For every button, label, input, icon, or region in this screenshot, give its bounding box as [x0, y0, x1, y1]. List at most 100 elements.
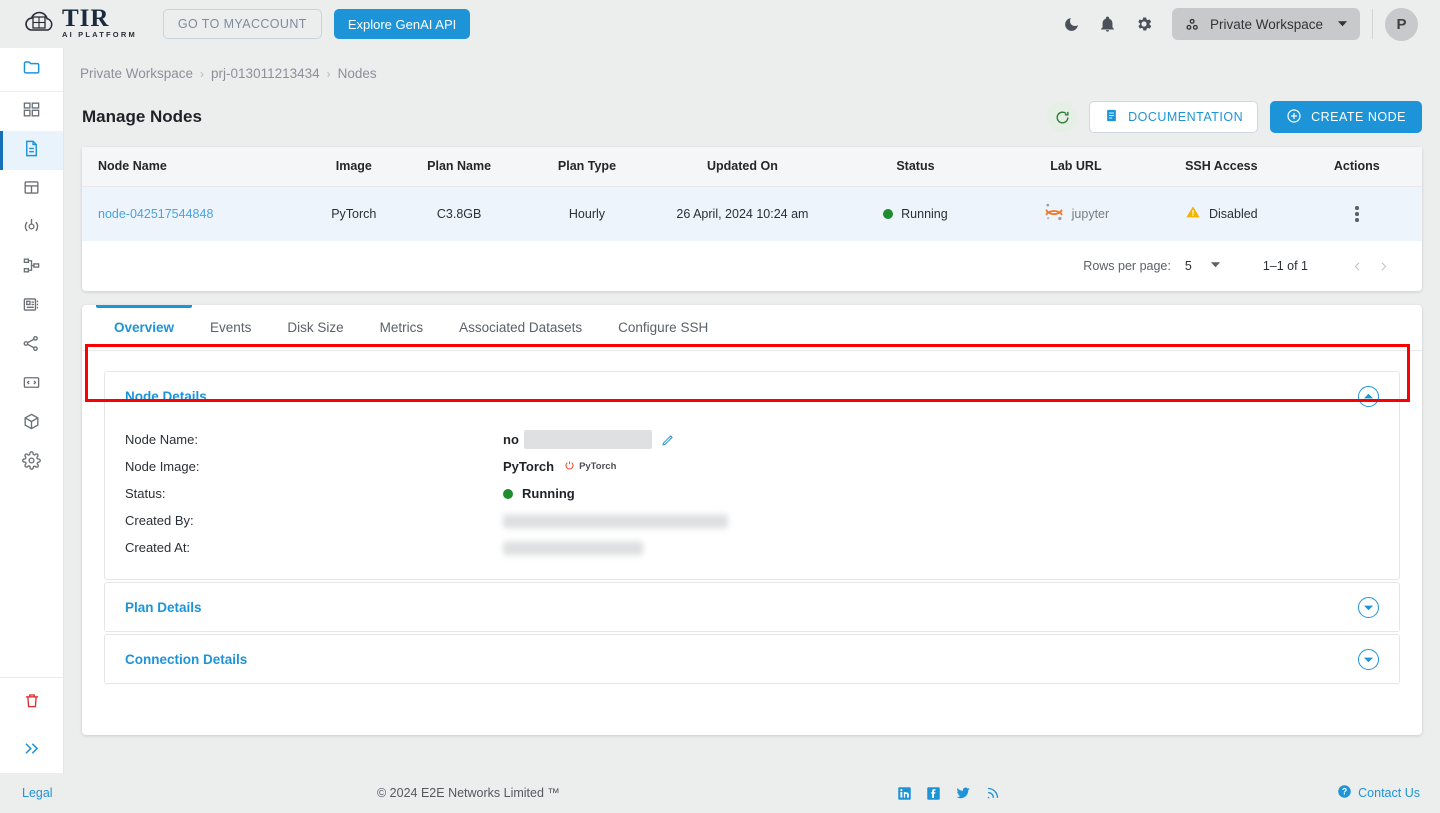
document-icon	[22, 139, 41, 163]
tab-overview[interactable]: Overview	[96, 304, 193, 351]
tab-disk-size[interactable]: Disk Size	[269, 305, 361, 351]
plan-details-header[interactable]: Plan Details	[105, 583, 1399, 631]
pagination-range: 1–1 of 1	[1262, 259, 1308, 273]
documentation-button[interactable]: DOCUMENTATION	[1089, 101, 1259, 133]
pencil-icon[interactable]	[661, 433, 675, 447]
chevron-right-icon[interactable]	[1370, 253, 1396, 279]
sidebar-item-nodes[interactable]	[0, 131, 63, 170]
jupyter-icon	[1043, 201, 1065, 226]
document-lines-icon	[1104, 108, 1119, 126]
kebab-menu-icon[interactable]	[1355, 206, 1359, 222]
column-header-updated-on: Updated On	[654, 147, 831, 187]
avatar[interactable]: P	[1385, 7, 1418, 41]
brand-logo[interactable]: TIR AI PLATFORM	[22, 6, 137, 40]
chevron-up-circle-icon[interactable]	[1358, 385, 1379, 407]
server-icon	[22, 295, 41, 319]
status-badge: Running	[901, 206, 948, 221]
rows-per-page-label: Rows per page:	[1083, 259, 1171, 273]
redacted-created-at	[503, 539, 643, 556]
cell-node-name: node-042517544848	[82, 186, 309, 241]
jupyter-label: jupyter	[1071, 206, 1110, 221]
breadcrumb-item-project[interactable]: prj-013011213434	[211, 66, 320, 81]
jupyter-lab-link[interactable]: jupyter	[1001, 201, 1151, 226]
double-chevron-right-icon[interactable]	[0, 723, 63, 773]
sidebar-item-inference[interactable]	[0, 287, 63, 326]
tab-metrics[interactable]: Metrics	[362, 305, 442, 351]
column-header-lab-url: Lab URL	[1000, 147, 1152, 187]
chevron-down-circle-icon[interactable]	[1358, 596, 1379, 618]
detail-value-status: Running	[503, 486, 575, 501]
sidebar-item-projects[interactable]	[0, 48, 63, 92]
tab-configure-ssh[interactable]: Configure SSH	[600, 305, 726, 351]
sidebar-item-datasets[interactable]	[0, 170, 63, 209]
node-details-header[interactable]: Node Details	[105, 372, 1399, 420]
facebook-icon[interactable]	[926, 786, 941, 801]
node-name-link[interactable]: node-042517544848	[98, 207, 213, 221]
connection-details-header[interactable]: Connection Details	[105, 635, 1399, 683]
detail-label-status: Status:	[125, 486, 166, 501]
footer-legal-link[interactable]: Legal	[22, 786, 53, 800]
sidebar-item-settings[interactable]	[0, 443, 63, 482]
footer-social-links	[897, 785, 1000, 801]
rss-icon[interactable]	[985, 786, 1000, 801]
linkedin-icon[interactable]	[897, 786, 912, 801]
chevron-left-icon[interactable]	[1344, 253, 1370, 279]
grid-icon	[22, 100, 41, 124]
cell-image: PyTorch	[308, 186, 399, 241]
page-header: Manage Nodes DOCUMENTATION CREATE NODE	[82, 101, 1422, 133]
breadcrumb-separator: ›	[200, 66, 205, 81]
go-to-myaccount-button[interactable]: GO TO MYACCOUNT	[162, 9, 322, 39]
tab-associated-datasets[interactable]: Associated Datasets	[441, 305, 600, 351]
breadcrumb-item-nodes[interactable]: Nodes	[338, 66, 377, 81]
sidebar-item-code-snippets[interactable]	[0, 365, 63, 404]
redacted-created-by	[503, 512, 728, 529]
column-header-actions: Actions	[1291, 147, 1422, 187]
code-box-icon	[22, 373, 41, 397]
pytorch-icon	[563, 459, 576, 475]
breadcrumb-item-workspace[interactable]: Private Workspace	[80, 66, 193, 81]
plus-circle-icon	[1286, 108, 1302, 127]
moon-icon[interactable]	[1057, 9, 1087, 39]
footer-contact-us[interactable]: ? Contact Us	[1337, 784, 1420, 802]
sidebar-item-pipelines[interactable]	[0, 248, 63, 287]
rows-per-page-select[interactable]: 5	[1185, 259, 1221, 273]
nodes-table-card: Node Name Image Plan Name Plan Type Upda…	[82, 147, 1422, 402]
tab-events[interactable]: Events	[192, 305, 269, 351]
connection-details-panel: Connection Details	[104, 634, 1400, 684]
table-row[interactable]: node-042517544848 PyTorch C3.8GB Hourly …	[82, 186, 1422, 241]
refresh-icon[interactable]	[1047, 102, 1078, 132]
detail-value-created-at	[503, 539, 643, 556]
sidebar-item-api-tokens[interactable]	[0, 326, 63, 365]
gear-icon[interactable]	[1129, 9, 1159, 39]
detail-row-created-by: Created By:	[125, 507, 1379, 534]
workspace-selector[interactable]: Private Workspace	[1171, 8, 1360, 40]
help-circle-icon: ?	[1337, 784, 1352, 802]
status-dot-icon	[503, 488, 513, 499]
cell-updated-on: 26 April, 2024 10:24 am	[654, 186, 831, 241]
twitter-icon[interactable]	[955, 785, 971, 801]
create-node-button[interactable]: CREATE NODE	[1270, 101, 1422, 133]
sidebar-item-model-endpoints[interactable]	[0, 209, 63, 248]
detail-row-status: Status: Running	[125, 480, 1379, 507]
explore-genai-api-button[interactable]: Explore GenAI API	[333, 9, 471, 39]
bell-icon[interactable]	[1093, 9, 1123, 39]
cube-icon	[22, 412, 41, 436]
contact-us-label: Contact Us	[1358, 786, 1420, 800]
detail-row-node-image: Node Image: PyTorch PyTorch	[125, 453, 1379, 480]
detail-row-node-name: Node Name: no	[125, 426, 1379, 453]
node-detail-tabs-card: Overview Events Disk Size Metrics Associ…	[82, 304, 1422, 735]
chevron-down-circle-icon[interactable]	[1358, 648, 1379, 670]
page-title: Manage Nodes	[82, 107, 202, 126]
status-dot-icon	[883, 208, 894, 219]
cloud-logo-icon	[25, 11, 53, 31]
pytorch-badge: PyTorch	[563, 459, 616, 475]
sidebar-item-containers[interactable]	[0, 404, 63, 443]
sidebar-item-dashboard[interactable]	[0, 92, 63, 131]
trash-icon[interactable]	[0, 677, 63, 723]
breadcrumb: Private Workspace › prj-013011213434 › N…	[80, 66, 1440, 81]
cell-plan-name: C3.8GB	[398, 186, 520, 241]
detail-label-created-by: Created By:	[125, 513, 194, 528]
svg-text:?: ?	[1342, 787, 1347, 797]
redacted-node-name	[523, 430, 652, 449]
nodes-table: Node Name Image Plan Name Plan Type Upda…	[82, 147, 1422, 241]
